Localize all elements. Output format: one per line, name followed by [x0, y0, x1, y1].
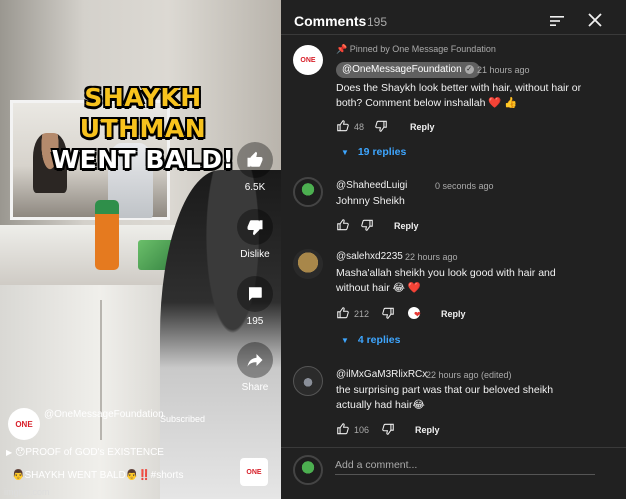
dislike-thumb-icon[interactable] [360, 218, 374, 232]
comment-author[interactable]: @ilMxGaM3RlixRCx [336, 369, 427, 380]
like-thumb-icon[interactable] [336, 422, 350, 436]
reply-button[interactable]: Reply [410, 122, 435, 132]
video-caption-line2: WENT BALD! [51, 145, 235, 174]
add-comment-input[interactable]: Add a comment... [335, 457, 595, 475]
comment-author: @OneMessageFoundation [342, 64, 462, 75]
dislike-label: Dislike [240, 249, 270, 260]
dislike-button[interactable]: Dislike [235, 209, 275, 260]
avatar[interactable] [293, 177, 323, 207]
like-count: 212 [354, 309, 370, 319]
replies-label: 19 replies [357, 146, 407, 158]
comment-icon [237, 276, 273, 312]
close-icon[interactable] [587, 12, 603, 28]
reply-button[interactable]: Reply [394, 221, 419, 231]
like-thumb-icon[interactable] [336, 218, 350, 232]
comment-author-chip[interactable]: @OneMessageFoundation ✓ [336, 62, 480, 78]
comments-panel: Comments 195 ONE 📌 Pinned by One Message… [281, 0, 626, 499]
channel-logo[interactable]: ONE [8, 408, 40, 440]
reply-button[interactable]: Reply [441, 309, 466, 319]
play-triangle-icon: ▶ [6, 448, 13, 457]
video-description-line2: 👨SHAYKH WENT BALD👨‼️#shorts [12, 470, 184, 481]
pinned-text: Pinned by One Message Foundation [349, 44, 496, 54]
avatar[interactable] [293, 366, 323, 396]
reply-button[interactable]: Reply [415, 425, 440, 435]
comment-text: Masha'allah sheikh you look good with ha… [336, 267, 556, 294]
pin-icon: 📌 [336, 44, 348, 54]
comments-count: 195 [246, 316, 264, 327]
comments-button[interactable]: 195 [235, 276, 275, 327]
like-count: 48 [354, 122, 365, 132]
avatar[interactable]: ONE [293, 45, 323, 75]
creator-heart-icon [408, 307, 421, 319]
pinned-label: 📌 Pinned by One Message Foundation [336, 44, 496, 55]
subscribed-button[interactable]: Subscribed [160, 414, 205, 424]
chevron-down-icon: ▼ [341, 336, 349, 345]
video-description-line1[interactable]: ▶ 😯PROOF of GOD's EXISTENCE [6, 447, 164, 458]
dislike-thumb-icon[interactable] [374, 119, 388, 133]
dislike-thumb-icon[interactable] [381, 422, 395, 436]
video-caption: SHAYKH UTHMAN WENT BALD! [18, 82, 268, 175]
view-replies-button[interactable]: ▼ 4 replies [341, 334, 400, 346]
comment-author[interactable]: @salehxd2235 [336, 251, 403, 262]
like-button[interactable]: 6.5K [235, 142, 275, 193]
chevron-down-icon: ▼ [341, 148, 349, 157]
sort-icon[interactable] [549, 13, 565, 29]
thumbs-up-icon [237, 142, 273, 178]
avatar-logo-text: ONE [300, 56, 316, 64]
comments-header-count: 195 [367, 15, 388, 29]
comment-text: Johnny Sheikh [336, 195, 405, 207]
watermark: imgflip.com [4, 487, 50, 497]
comment-text: Does the Shaykh look better with hair, w… [336, 82, 582, 109]
like-count: 106 [354, 425, 370, 435]
video-spray-bottle [95, 200, 119, 270]
view-replies-button[interactable]: ▼ 19 replies [341, 146, 406, 158]
channel-name[interactable]: @OneMessageFoundation [44, 408, 164, 422]
replies-label: 4 replies [357, 334, 401, 346]
thumbs-down-icon [237, 209, 273, 245]
like-count: 6.5K [244, 182, 266, 193]
share-button[interactable]: Share [235, 342, 275, 393]
comments-title: Comments [294, 13, 367, 29]
video-description-text1: 😯PROOF of GOD's EXISTENCE [14, 447, 164, 458]
comment-time: 0 seconds ago [435, 181, 494, 191]
comment-time: 22 hours ago (edited) [426, 370, 512, 380]
video-caption-line1: SHAYKH UTHMAN [79, 83, 207, 143]
avatar[interactable] [293, 249, 323, 279]
dislike-thumb-icon[interactable] [381, 306, 395, 320]
share-icon [237, 342, 273, 378]
verified-check-icon: ✓ [464, 64, 474, 74]
like-thumb-icon[interactable] [336, 306, 350, 320]
header-divider [281, 34, 626, 35]
comment-text: the surprising part was that our beloved… [336, 384, 554, 411]
comment-time: 22 hours ago [405, 252, 458, 262]
share-label: Share [241, 382, 269, 393]
like-thumb-icon[interactable] [336, 119, 350, 133]
add-comment-divider [281, 447, 626, 448]
comment-author[interactable]: @ShaheedLuigi [336, 180, 407, 191]
channel-row: ONE @OneMessageFoundation Subscribed [8, 406, 278, 440]
current-user-avatar [293, 455, 323, 485]
comment-time: 21 hours ago [477, 65, 530, 75]
video-player[interactable]: SHAYKH UTHMAN WENT BALD! 6.5K Dislike 19… [0, 0, 281, 499]
channel-corner-logo[interactable]: ONE [240, 458, 268, 486]
